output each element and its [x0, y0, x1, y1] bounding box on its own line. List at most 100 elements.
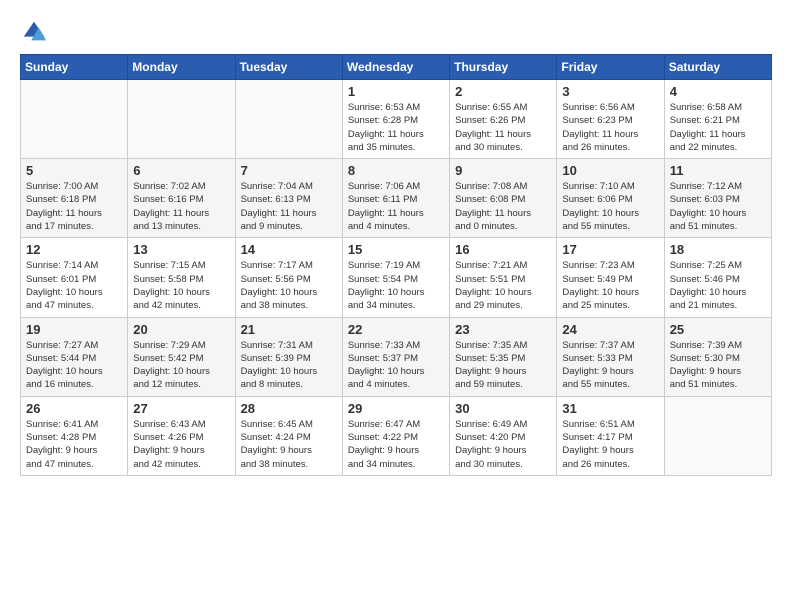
day-info: Sunrise: 6:41 AM Sunset: 4:28 PM Dayligh… [26, 418, 122, 471]
day-number: 30 [455, 401, 551, 416]
day-info: Sunrise: 7:19 AM Sunset: 5:54 PM Dayligh… [348, 259, 444, 312]
day-number: 10 [562, 163, 658, 178]
day-info: Sunrise: 7:17 AM Sunset: 5:56 PM Dayligh… [241, 259, 337, 312]
calendar-cell: 27 Sunrise: 6:43 AM Sunset: 4:26 PM Dayli… [128, 396, 235, 475]
calendar-week-row: 1 Sunrise: 6:53 AM Sunset: 6:28 PM Daylig… [21, 80, 772, 159]
day-info: Sunrise: 6:45 AM Sunset: 4:24 PM Dayligh… [241, 418, 337, 471]
day-number: 16 [455, 242, 551, 257]
day-number: 22 [348, 322, 444, 337]
calendar-cell: 17Sunrise: 7:23 AM Sunset: 5:49 PM Dayli… [557, 238, 664, 317]
calendar-cell: 24Sunrise: 7:37 AM Sunset: 5:33 PM Dayli… [557, 317, 664, 396]
day-info: Sunrise: 7:00 AM Sunset: 6:18 PM Dayligh… [26, 180, 122, 233]
day-number: 25 [670, 322, 766, 337]
day-info: Sunrise: 7:06 AM Sunset: 6:11 PM Dayligh… [348, 180, 444, 233]
day-number: 23 [455, 322, 551, 337]
logo [20, 18, 54, 46]
day-number: 26 [26, 401, 122, 416]
page: SundayMondayTuesdayWednesdayThursdayFrid… [0, 0, 792, 612]
calendar-cell: 2Sunrise: 6:55 AM Sunset: 6:26 PM Daylig… [450, 80, 557, 159]
day-number: 1 [348, 84, 444, 99]
calendar-cell: 6 Sunrise: 7:02 AM Sunset: 6:16 PM Daylig… [128, 159, 235, 238]
day-number: 31 [562, 401, 658, 416]
day-info: Sunrise: 7:12 AM Sunset: 6:03 PM Dayligh… [670, 180, 766, 233]
header [20, 18, 772, 46]
calendar-header-saturday: Saturday [664, 55, 771, 80]
calendar-cell: 1 Sunrise: 6:53 AM Sunset: 6:28 PM Daylig… [342, 80, 449, 159]
day-number: 29 [348, 401, 444, 416]
day-info: Sunrise: 6:47 AM Sunset: 4:22 PM Dayligh… [348, 418, 444, 471]
day-info: Sunrise: 7:35 AM Sunset: 5:35 PM Dayligh… [455, 339, 551, 392]
day-number: 7 [241, 163, 337, 178]
day-info: Sunrise: 6:58 AM Sunset: 6:21 PM Dayligh… [670, 101, 766, 154]
day-info: Sunrise: 7:27 AM Sunset: 5:44 PM Dayligh… [26, 339, 122, 392]
calendar-cell: 31 Sunrise: 6:51 AM Sunset: 4:17 PM Dayli… [557, 396, 664, 475]
calendar-cell [128, 80, 235, 159]
calendar-header-tuesday: Tuesday [235, 55, 342, 80]
calendar-cell [235, 80, 342, 159]
day-number: 3 [562, 84, 658, 99]
day-info: Sunrise: 7:10 AM Sunset: 6:06 PM Dayligh… [562, 180, 658, 233]
day-number: 12 [26, 242, 122, 257]
calendar-header-sunday: Sunday [21, 55, 128, 80]
calendar-week-row: 19 Sunrise: 7:27 AM Sunset: 5:44 PM Dayli… [21, 317, 772, 396]
calendar-cell: 30 Sunrise: 6:49 AM Sunset: 4:20 PM Dayli… [450, 396, 557, 475]
day-info: Sunrise: 6:51 AM Sunset: 4:17 PM Dayligh… [562, 418, 658, 471]
day-info: Sunrise: 6:49 AM Sunset: 4:20 PM Dayligh… [455, 418, 551, 471]
calendar-cell [21, 80, 128, 159]
calendar-cell: 21Sunrise: 7:31 AM Sunset: 5:39 PM Dayli… [235, 317, 342, 396]
day-number: 19 [26, 322, 122, 337]
calendar-header-monday: Monday [128, 55, 235, 80]
calendar-cell: 16 Sunrise: 7:21 AM Sunset: 5:51 PM Dayli… [450, 238, 557, 317]
calendar-cell: 3 Sunrise: 6:56 AM Sunset: 6:23 PM Daylig… [557, 80, 664, 159]
calendar-table: SundayMondayTuesdayWednesdayThursdayFrid… [20, 54, 772, 476]
calendar-cell: 10 Sunrise: 7:10 AM Sunset: 6:06 PM Dayli… [557, 159, 664, 238]
day-number: 17 [562, 242, 658, 257]
calendar-cell: 14 Sunrise: 7:17 AM Sunset: 5:56 PM Dayli… [235, 238, 342, 317]
day-info: Sunrise: 7:08 AM Sunset: 6:08 PM Dayligh… [455, 180, 551, 233]
calendar-cell [664, 396, 771, 475]
day-info: Sunrise: 7:25 AM Sunset: 5:46 PM Dayligh… [670, 259, 766, 312]
day-info: Sunrise: 6:43 AM Sunset: 4:26 PM Dayligh… [133, 418, 229, 471]
calendar-header-thursday: Thursday [450, 55, 557, 80]
calendar-header-wednesday: Wednesday [342, 55, 449, 80]
day-number: 14 [241, 242, 337, 257]
calendar-cell: 29 Sunrise: 6:47 AM Sunset: 4:22 PM Dayli… [342, 396, 449, 475]
day-number: 4 [670, 84, 766, 99]
calendar-header-friday: Friday [557, 55, 664, 80]
calendar-cell: 7 Sunrise: 7:04 AM Sunset: 6:13 PM Daylig… [235, 159, 342, 238]
calendar-cell: 4 Sunrise: 6:58 AM Sunset: 6:21 PM Daylig… [664, 80, 771, 159]
calendar-cell: 18Sunrise: 7:25 AM Sunset: 5:46 PM Dayli… [664, 238, 771, 317]
day-info: Sunrise: 7:29 AM Sunset: 5:42 PM Dayligh… [133, 339, 229, 392]
day-info: Sunrise: 7:39 AM Sunset: 5:30 PM Dayligh… [670, 339, 766, 392]
day-info: Sunrise: 7:02 AM Sunset: 6:16 PM Dayligh… [133, 180, 229, 233]
calendar-cell: 13 Sunrise: 7:15 AM Sunset: 5:58 PM Dayli… [128, 238, 235, 317]
calendar-cell: 25 Sunrise: 7:39 AM Sunset: 5:30 PM Dayli… [664, 317, 771, 396]
logo-icon [20, 18, 48, 46]
day-number: 2 [455, 84, 551, 99]
calendar-cell: 28 Sunrise: 6:45 AM Sunset: 4:24 PM Dayli… [235, 396, 342, 475]
day-number: 13 [133, 242, 229, 257]
day-info: Sunrise: 7:21 AM Sunset: 5:51 PM Dayligh… [455, 259, 551, 312]
calendar-cell: 15Sunrise: 7:19 AM Sunset: 5:54 PM Dayli… [342, 238, 449, 317]
calendar-week-row: 26 Sunrise: 6:41 AM Sunset: 4:28 PM Dayli… [21, 396, 772, 475]
calendar-cell: 12 Sunrise: 7:14 AM Sunset: 6:01 PM Dayli… [21, 238, 128, 317]
day-info: Sunrise: 6:53 AM Sunset: 6:28 PM Dayligh… [348, 101, 444, 154]
day-number: 6 [133, 163, 229, 178]
calendar-cell: 23 Sunrise: 7:35 AM Sunset: 5:35 PM Dayli… [450, 317, 557, 396]
day-number: 11 [670, 163, 766, 178]
calendar-cell: 20 Sunrise: 7:29 AM Sunset: 5:42 PM Dayli… [128, 317, 235, 396]
day-number: 8 [348, 163, 444, 178]
day-number: 27 [133, 401, 229, 416]
day-number: 21 [241, 322, 337, 337]
day-info: Sunrise: 7:14 AM Sunset: 6:01 PM Dayligh… [26, 259, 122, 312]
calendar-cell: 9Sunrise: 7:08 AM Sunset: 6:08 PM Daylig… [450, 159, 557, 238]
day-info: Sunrise: 6:56 AM Sunset: 6:23 PM Dayligh… [562, 101, 658, 154]
day-info: Sunrise: 7:04 AM Sunset: 6:13 PM Dayligh… [241, 180, 337, 233]
day-number: 28 [241, 401, 337, 416]
calendar-cell: 5 Sunrise: 7:00 AM Sunset: 6:18 PM Daylig… [21, 159, 128, 238]
day-info: Sunrise: 7:37 AM Sunset: 5:33 PM Dayligh… [562, 339, 658, 392]
calendar-header-row: SundayMondayTuesdayWednesdayThursdayFrid… [21, 55, 772, 80]
day-number: 5 [26, 163, 122, 178]
day-number: 20 [133, 322, 229, 337]
day-info: Sunrise: 7:15 AM Sunset: 5:58 PM Dayligh… [133, 259, 229, 312]
